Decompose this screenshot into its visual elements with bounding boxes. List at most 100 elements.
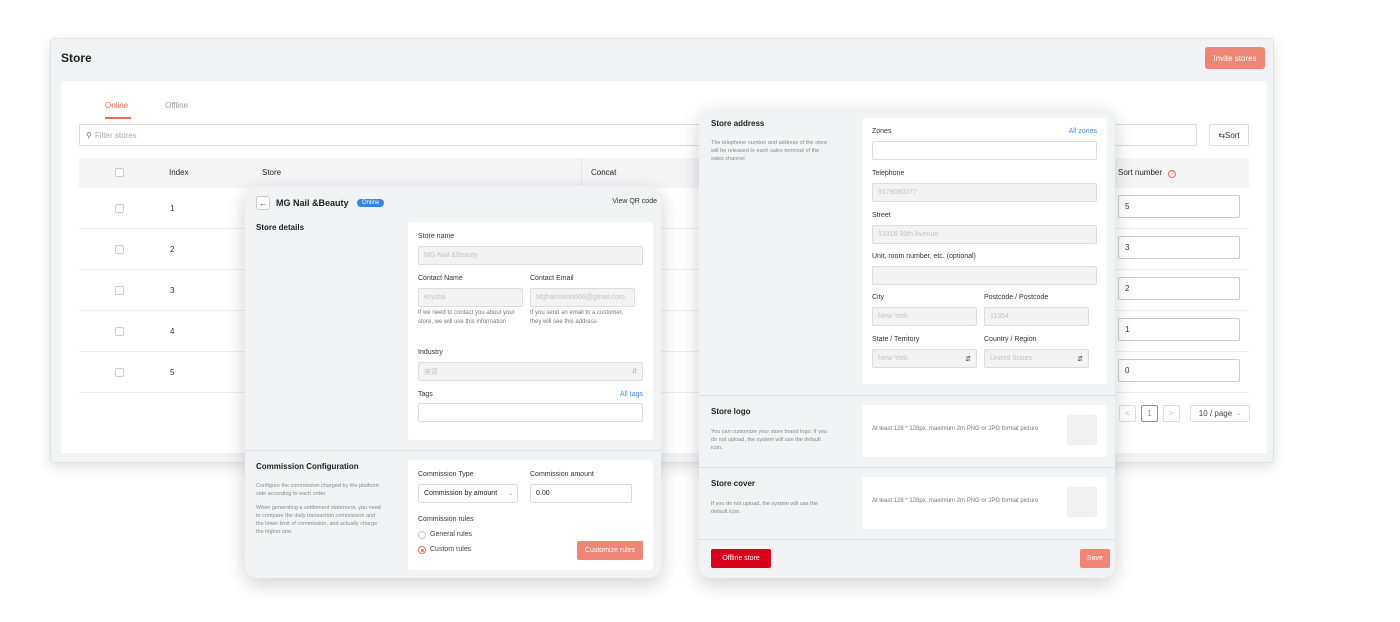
telephone-field[interactable]: 9179080277 [872, 183, 1097, 202]
row-index: 2 [170, 245, 175, 254]
store-address-description: The telephone number and address of the … [711, 140, 828, 162]
store-cover-card: At least 128 * 128px, maximum 2m PNG or … [862, 477, 1107, 529]
store-name-heading: MG Nail &Beauty [276, 198, 349, 208]
sort-number-input[interactable]: 1 [1118, 318, 1240, 341]
select-arrows-icon: ⇵ [965, 355, 971, 363]
next-page-button[interactable]: > [1163, 405, 1180, 422]
store-address-heading: Store address [711, 119, 765, 128]
commission-amount-input[interactable]: 0.00 [530, 484, 632, 503]
row-checkbox[interactable] [115, 368, 124, 377]
prev-page-button[interactable]: < [1119, 405, 1136, 422]
store-address-panel: Store address The telephone number and a… [699, 109, 1115, 578]
row-checkbox[interactable] [115, 204, 124, 213]
sort-number-input[interactable]: 2 [1118, 277, 1240, 300]
street-field[interactable]: 13316 39th Avenue [872, 225, 1097, 244]
state-label: State / Territory [872, 336, 920, 343]
industry-label: Industry [418, 349, 443, 356]
row-index: 4 [170, 327, 175, 336]
page-size-select[interactable]: 10 / page ⌄ [1190, 405, 1250, 422]
contact-email-field[interactable]: Mghairsalon666@gmail.com [530, 288, 635, 307]
country-value: United States [990, 355, 1033, 362]
industry-select[interactable]: 美容 ⇵ [418, 362, 643, 381]
commission-description: Configure the commission charged by the … [256, 483, 379, 497]
contact-name-label: Contact Name [418, 275, 463, 282]
select-arrows-icon: ⇵ [1077, 355, 1083, 363]
custom-rules-label: Custom rules [430, 546, 472, 553]
state-select[interactable]: New York ⇵ [872, 349, 977, 368]
cover-upload-placeholder[interactable] [1067, 487, 1097, 517]
sort-label: Sort [1225, 130, 1240, 140]
active-tab-indicator [105, 117, 131, 119]
postcode-field[interactable]: 11354 [984, 307, 1089, 326]
unit-label: Unit, room number, etc. (optional) [872, 253, 976, 260]
help-icon[interactable]: ? [1168, 170, 1177, 178]
commission-type-value: Commission by amount [424, 490, 498, 497]
store-name-label: Store name [418, 233, 455, 240]
city-label: City [872, 294, 885, 301]
column-sort-number: Sort number ? [1118, 168, 1177, 178]
filter-placeholder: Filter stores [94, 130, 137, 140]
commission-heading: Commission Configuration [256, 462, 359, 471]
sort-number-input[interactable]: 3 [1118, 236, 1240, 259]
save-button[interactable]: Save [1080, 549, 1110, 568]
commission-rules-label: Commission rules [418, 516, 474, 523]
store-details-heading: Store details [256, 223, 305, 232]
offline-store-button[interactable]: Offline store [711, 549, 771, 568]
sort-button[interactable]: ⇆ Sort [1209, 124, 1249, 146]
store-name-field[interactable]: MG Nail &Beauty [418, 246, 643, 265]
address-card: Zones All zones Telephone 9179080277 Str… [862, 118, 1107, 384]
all-zones-link[interactable]: All zones [1069, 128, 1097, 135]
row-checkbox[interactable] [115, 286, 124, 295]
store-cover-heading: Store cover [711, 479, 756, 488]
column-index: Index [169, 168, 189, 177]
tags-input[interactable] [418, 403, 643, 422]
store-detail-panel: ← MG Nail &Beauty Online View QR code St… [245, 186, 661, 578]
row-index: 3 [170, 286, 175, 295]
customize-rules-button[interactable]: Customize rules [577, 541, 643, 560]
store-logo-heading: Store logo [711, 407, 751, 416]
sort-number-input[interactable]: 0 [1118, 359, 1240, 382]
store-logo-card: At least 128 * 128px, maximum 2m PNG or … [862, 405, 1107, 457]
back-button[interactable]: ← [256, 196, 270, 210]
contact-email-label: Contact Email [530, 275, 574, 282]
sort-icon: ⇆ [1218, 130, 1226, 140]
unit-field[interactable] [872, 266, 1097, 285]
commission-settlement-note: When generating a settlement statement, … [256, 505, 381, 535]
section-divider [699, 395, 1115, 396]
city-field[interactable]: New York [872, 307, 977, 326]
street-label: Street [872, 212, 891, 219]
column-concat: Concat [591, 168, 617, 177]
postcode-label: Postcode / Postcode [984, 294, 1049, 301]
contact-name-field[interactable]: Krystal [418, 288, 523, 307]
row-checkbox[interactable] [115, 245, 124, 254]
tab-offline[interactable]: Offline [165, 101, 188, 110]
sort-number-input[interactable]: 5 [1118, 195, 1240, 218]
invite-stores-button[interactable]: Invite stores [1205, 47, 1265, 69]
zones-input[interactable] [872, 141, 1097, 160]
page-size-value: 10 / page [1198, 409, 1233, 418]
contact-name-hint: If we need to contact you about your sto… [418, 310, 515, 325]
store-details-card: Store name MG Nail &Beauty Contact Name … [408, 222, 653, 440]
telephone-label: Telephone [872, 170, 905, 177]
row-index: 5 [170, 368, 175, 377]
store-logo-hint: At least 128 * 128px, maximum 2m PNG or … [872, 426, 1039, 432]
logo-upload-placeholder[interactable] [1067, 415, 1097, 445]
tab-online[interactable]: Online [105, 101, 128, 110]
view-qr-code-link[interactable]: View QR code [612, 198, 657, 205]
country-select[interactable]: United States ⇵ [984, 349, 1089, 368]
page-1-button[interactable]: 1 [1141, 405, 1158, 422]
select-arrows-icon: ⇵ [631, 369, 637, 375]
row-checkbox[interactable] [115, 327, 124, 336]
all-tags-link[interactable]: All tags [620, 391, 643, 398]
state-value: New York [878, 355, 908, 362]
store-cover-hint: At least 128 * 128px, maximum 2m PNG or … [872, 498, 1039, 504]
sort-number-label: Sort number [1118, 168, 1163, 177]
commission-type-select[interactable]: Commission by amount ⌄ [418, 484, 518, 503]
country-label: Country / Region [984, 336, 1037, 343]
custom-rules-radio[interactable] [418, 546, 426, 554]
tags-label: Tags [418, 391, 433, 398]
commission-amount-label: Commission amount [530, 471, 594, 478]
section-divider [699, 467, 1115, 468]
select-all-checkbox[interactable] [115, 168, 124, 177]
general-rules-radio[interactable] [418, 531, 426, 539]
